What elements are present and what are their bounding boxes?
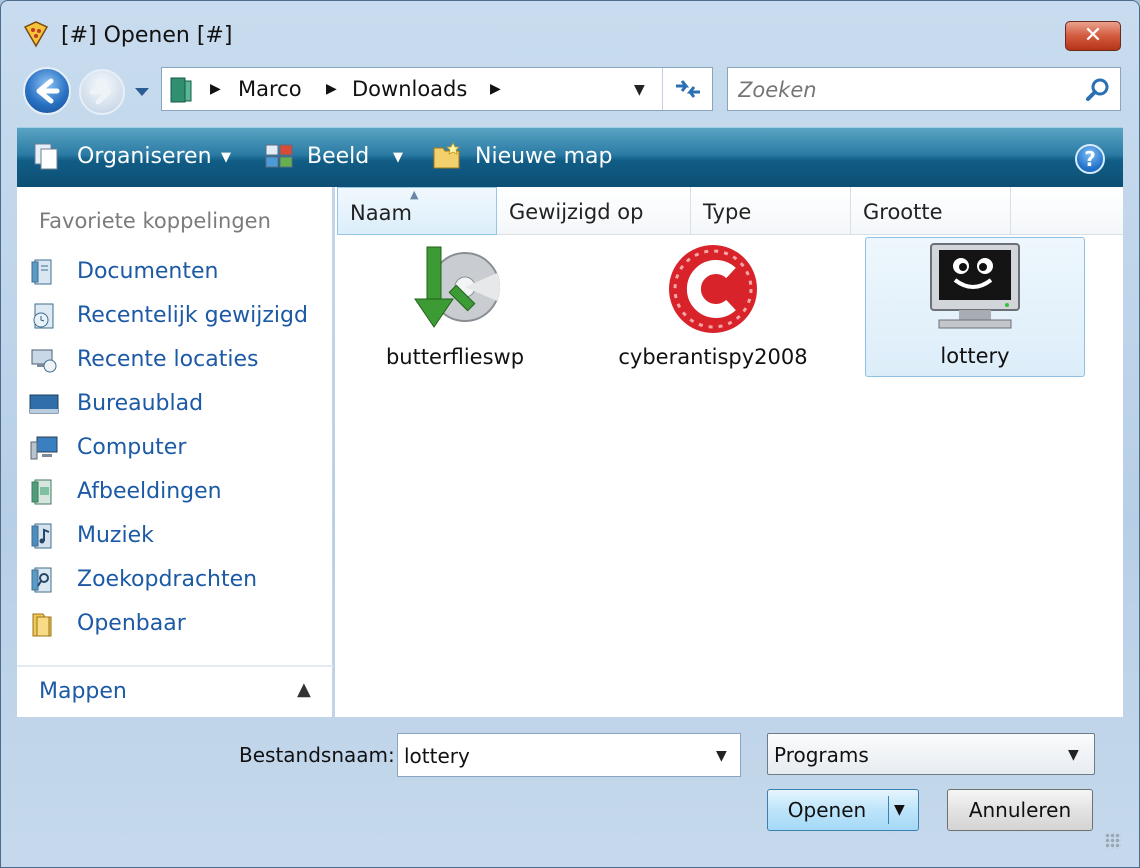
forward-button[interactable] — [79, 69, 125, 115]
sidebar-item-searches[interactable]: Zoekopdrachten — [27, 561, 323, 601]
window-title: [#] Openen [#] — [61, 23, 233, 48]
view-button[interactable]: Beeld — [307, 144, 369, 169]
search-box[interactable] — [727, 67, 1121, 111]
column-header-name[interactable]: Naam ▲ — [337, 187, 497, 235]
sidebar-item-recent-places[interactable]: Recente locaties — [27, 341, 323, 381]
divider — [17, 665, 333, 667]
favorite-links-header: Favoriete koppelingen — [39, 209, 271, 233]
refresh-icon[interactable] — [670, 74, 706, 104]
column-header-label: Naam — [350, 201, 412, 225]
sidebar-item-label: Openbaar — [77, 611, 186, 636]
recently-changed-icon — [33, 303, 54, 329]
music-icon — [31, 523, 52, 549]
organize-button[interactable]: Organiseren — [77, 144, 212, 169]
title-bar: [#] Openen [#] ✕ — [1, 1, 1139, 67]
back-arrow-icon — [36, 78, 60, 104]
file-name: butterflieswp — [385, 345, 525, 369]
cyberantispy-icon — [669, 245, 757, 333]
searches-icon — [31, 567, 52, 593]
file-name: cyberantispy2008 — [618, 345, 808, 369]
back-button[interactable] — [23, 67, 71, 115]
command-bar: Organiseren ▼ Beeld ▼ Nieuwe map ? — [17, 127, 1123, 187]
column-header-type[interactable]: Type — [691, 187, 851, 235]
help-icon[interactable]: ? — [1075, 144, 1105, 174]
file-list: Naam ▲ Gewijzigd op Type Grootte butterf… — [335, 187, 1123, 717]
search-input[interactable] — [738, 78, 1058, 102]
column-header-filler — [1011, 187, 1123, 235]
breadcrumb-arrow-icon[interactable]: ▶ — [326, 81, 337, 97]
open-button-label: Openen — [787, 798, 867, 822]
pictures-icon — [31, 479, 52, 505]
new-folder-button[interactable]: Nieuwe map — [475, 144, 612, 169]
column-header-size[interactable]: Grootte — [851, 187, 1011, 235]
column-header-label: Type — [703, 200, 752, 224]
documents-icon — [31, 259, 52, 285]
column-header-modified[interactable]: Gewijzigd op — [497, 187, 691, 235]
view-dropdown-icon[interactable]: ▼ — [393, 150, 403, 165]
organize-dropdown-icon[interactable]: ▼ — [221, 150, 231, 165]
public-folder-icon — [32, 613, 52, 637]
divider — [888, 796, 889, 824]
sidebar-item-label: Muziek — [77, 523, 154, 548]
file-name: lottery — [940, 344, 1010, 368]
folder-icon — [170, 77, 192, 103]
sidebar-item-computer[interactable]: Computer — [27, 429, 323, 469]
file-type-value: Programs — [774, 743, 869, 767]
file-item-selected[interactable]: lottery — [865, 237, 1085, 377]
sidebar-item-label: Computer — [77, 435, 187, 460]
sidebar-item-label: Zoekopdrachten — [77, 567, 258, 592]
recent-pages-dropdown-icon[interactable] — [131, 83, 153, 101]
organize-icon — [34, 143, 58, 170]
sidebar-item-label: Recente locaties — [77, 347, 259, 372]
sidebar-item-desktop[interactable]: Bureaublad — [27, 385, 323, 425]
address-history-dropdown-icon[interactable]: ▼ — [634, 82, 645, 98]
sidebar-item-label: Recentelijk gewijzigd — [77, 303, 308, 328]
sidebar-item-label: Bureaublad — [77, 391, 204, 416]
breadcrumb-marco[interactable]: Marco — [238, 77, 302, 101]
sidebar-item-public[interactable]: Openbaar — [27, 605, 323, 645]
installer-disc-icon — [414, 246, 501, 328]
breadcrumb-downloads[interactable]: Downloads — [352, 77, 467, 101]
file-item[interactable]: butterflieswp — [345, 239, 565, 379]
open-options-dropdown-icon[interactable]: ▼ — [894, 790, 905, 830]
column-header-label: Gewijzigd op — [509, 200, 644, 224]
view-icon — [265, 144, 293, 168]
chevron-down-icon[interactable]: ▼ — [716, 748, 727, 764]
recent-places-icon — [31, 349, 57, 373]
new-folder-icon — [433, 142, 460, 169]
filename-label: Bestandsnaam: — [239, 743, 395, 767]
computer-icon — [30, 436, 58, 460]
sidebar-item-pictures[interactable]: Afbeeldingen — [27, 473, 323, 513]
filename-field[interactable] — [404, 744, 694, 768]
cancel-button[interactable]: Annuleren — [947, 789, 1093, 831]
sort-ascending-icon: ▲ — [410, 188, 419, 201]
file-type-select[interactable]: Programs ▼ — [767, 733, 1095, 775]
sidebar-item-label: Documenten — [77, 259, 219, 284]
desktop-icon — [29, 394, 59, 414]
file-item[interactable]: cyberantispy2008 — [603, 239, 823, 379]
column-header-label: Grootte — [863, 200, 943, 224]
close-button[interactable]: ✕ — [1065, 21, 1121, 51]
monitor-smiley-icon — [930, 243, 1020, 329]
divider — [662, 68, 663, 110]
chevron-down-icon[interactable]: ▼ — [1068, 747, 1079, 763]
sidebar-item-documents[interactable]: Documenten — [27, 253, 323, 293]
app-icon — [23, 21, 49, 48]
chevron-up-icon[interactable]: ▲ — [297, 679, 311, 700]
open-file-dialog: [#] Openen [#] ✕ ▶ Marco ▶ Downloads ▶ ▼ — [0, 0, 1140, 868]
sidebar-item-recently-changed[interactable]: Recentelijk gewijzigd — [27, 297, 323, 337]
resize-grip-icon[interactable] — [1105, 833, 1121, 849]
forward-arrow-icon — [89, 79, 112, 105]
sidebar-item-music[interactable]: Muziek — [27, 517, 323, 557]
sidebar-item-label: Afbeeldingen — [77, 479, 222, 504]
navigation-pane: Favoriete koppelingen Documenten Recente… — [17, 187, 333, 717]
search-icon[interactable] — [1084, 76, 1112, 104]
breadcrumb-arrow-icon[interactable]: ▶ — [210, 81, 221, 97]
folders-toggle[interactable]: Mappen — [39, 679, 127, 704]
open-button[interactable]: Openen ▼ — [767, 789, 919, 831]
breadcrumb-arrow-icon[interactable]: ▶ — [490, 81, 501, 97]
address-bar[interactable]: ▶ Marco ▶ Downloads ▶ ▼ — [161, 67, 713, 111]
filename-combobox[interactable]: ▼ — [397, 733, 741, 777]
